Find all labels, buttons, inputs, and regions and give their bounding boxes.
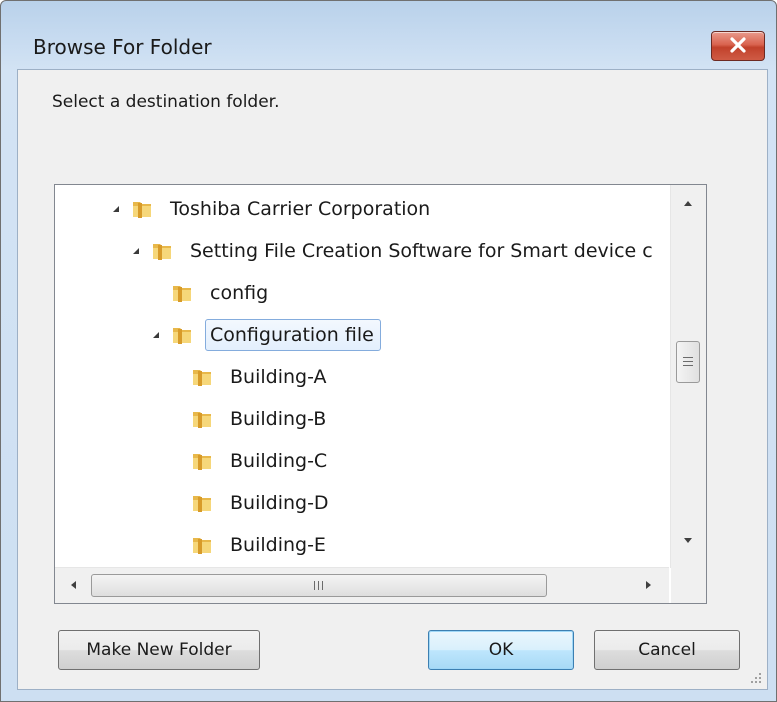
folder-icon [133, 202, 151, 218]
prompt-text: Select a destination folder. [52, 92, 280, 112]
vertical-scrollbar[interactable] [670, 185, 706, 568]
expanded-arrow-icon[interactable] [111, 204, 121, 214]
tree-item-label: Building-E [230, 534, 326, 556]
grip-line [683, 361, 693, 362]
tree-item-label: Configuration file [205, 319, 381, 351]
tree-item-building-c[interactable]: Building-C [191, 441, 334, 481]
scroll-left-arrow-icon[interactable] [69, 580, 77, 590]
grip-line [322, 581, 323, 590]
tree-item-configuration-file[interactable]: Configuration file [151, 315, 381, 355]
close-x-icon [730, 37, 746, 53]
tree-item-building-d[interactable]: Building-D [191, 483, 336, 523]
window-title: Browse For Folder [33, 35, 212, 59]
tree-item-config[interactable]: config [171, 273, 275, 313]
grip-line [318, 581, 319, 590]
resize-grip-icon[interactable] [749, 671, 763, 685]
tree-item-label: Setting File Creation Software for Smart… [190, 240, 653, 262]
tree-item-label: Toshiba Carrier Corporation [170, 198, 431, 220]
scrollbar-corner [671, 568, 706, 603]
tree-item-label: Building-A [230, 366, 327, 388]
grip-line [683, 357, 693, 358]
dialog-body: Select a destination folder. Toshiba Car… [17, 69, 768, 690]
grip-line [314, 581, 315, 590]
folder-icon [193, 454, 211, 470]
grip-line [683, 365, 693, 366]
folder-icon [173, 328, 191, 344]
tree-item-building-b[interactable]: Building-B [191, 399, 333, 439]
folder-icon [193, 538, 211, 554]
tree-item-label: config [210, 282, 269, 304]
scroll-right-arrow-icon[interactable] [645, 580, 653, 590]
cancel-button[interactable]: Cancel [594, 630, 740, 670]
cancel-label: Cancel [638, 640, 696, 660]
tree-item-label: Building-B [230, 408, 327, 430]
folder-tree[interactable]: Toshiba Carrier Corporation Setting File… [54, 184, 707, 604]
horizontal-scroll-thumb[interactable] [91, 574, 547, 597]
scroll-down-arrow-icon[interactable] [683, 537, 693, 545]
folder-icon [153, 244, 171, 260]
tree-item-building-e[interactable]: Building-E [191, 525, 333, 565]
make-new-folder-label: Make New Folder [86, 640, 232, 660]
ok-button[interactable]: OK [428, 630, 574, 670]
tree-item-toshiba-carrier-corporation[interactable]: Toshiba Carrier Corporation [111, 189, 437, 229]
tree-item-building-a[interactable]: Building-A [191, 357, 334, 397]
expanded-arrow-icon[interactable] [151, 330, 161, 340]
close-button[interactable] [711, 31, 765, 61]
ok-label: OK [488, 640, 514, 660]
folder-icon [173, 286, 191, 302]
tree-items: Toshiba Carrier Corporation Setting File… [55, 185, 669, 568]
expanded-arrow-icon[interactable] [131, 246, 141, 256]
tree-item-setting-file-creation-software[interactable]: Setting File Creation Software for Smart… [131, 231, 660, 271]
make-new-folder-button[interactable]: Make New Folder [58, 630, 260, 670]
folder-icon [193, 370, 211, 386]
horizontal-scrollbar[interactable] [55, 567, 669, 603]
tree-item-label: Building-C [230, 450, 328, 472]
folder-icon [193, 412, 211, 428]
folder-icon [193, 496, 211, 512]
vertical-scroll-thumb[interactable] [676, 341, 700, 383]
tree-item-label: Building-D [230, 492, 329, 514]
scroll-up-arrow-icon[interactable] [683, 199, 693, 207]
browse-for-folder-dialog: Browse For Folder Select a destination f… [0, 0, 777, 702]
